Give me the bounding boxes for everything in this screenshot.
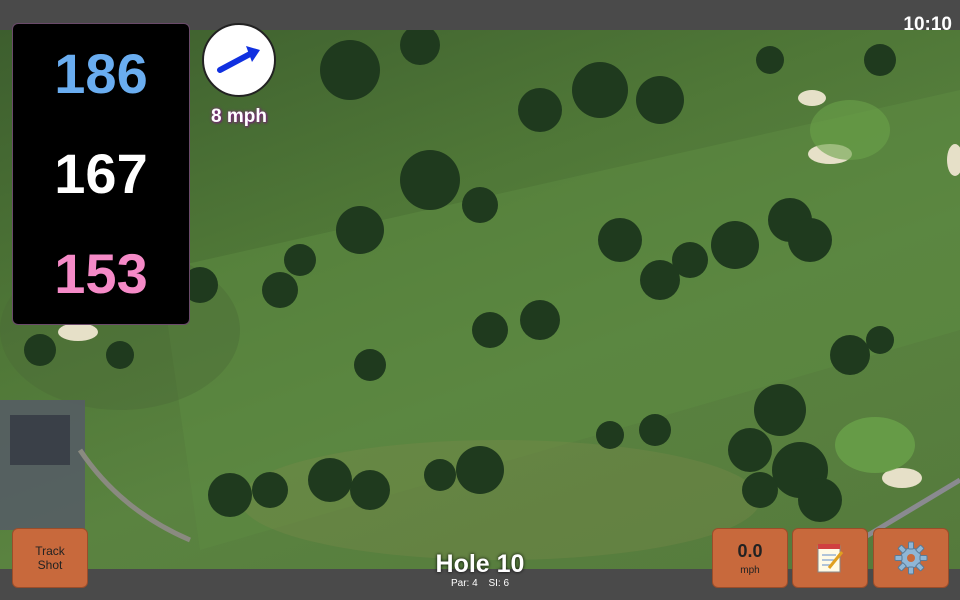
hole-par: Par: 4 bbox=[450, 578, 478, 589]
yardage-middle: 167 bbox=[54, 142, 148, 205]
wind-indicator bbox=[202, 23, 276, 97]
yardage-back: 186 bbox=[54, 42, 148, 105]
wind-speed: 8 mph bbox=[211, 106, 267, 127]
hole-info: Par: 4 SI: 6 bbox=[380, 578, 580, 589]
yardage-front: 153 bbox=[54, 242, 148, 305]
arrow-up-right-icon bbox=[217, 46, 260, 73]
speed-unit: mph bbox=[740, 564, 760, 576]
track-shot-label-line1: Track bbox=[35, 544, 65, 558]
notes-button[interactable] bbox=[792, 528, 868, 588]
gear-icon bbox=[894, 541, 928, 575]
track-shot-label-line2: Shot bbox=[37, 558, 63, 572]
speed-value: 0.0 bbox=[737, 540, 763, 561]
settings-button[interactable] bbox=[873, 528, 949, 588]
hole-title: Hole 10 bbox=[435, 550, 525, 578]
notepad-icon bbox=[817, 544, 844, 573]
yardage-panel: 186 167 153 bbox=[12, 23, 190, 325]
speed-button[interactable]: 0.0 mph bbox=[712, 528, 788, 588]
hole-stroke-index: SI: 6 bbox=[488, 578, 510, 589]
track-shot-button[interactable]: Track Shot bbox=[12, 528, 88, 588]
